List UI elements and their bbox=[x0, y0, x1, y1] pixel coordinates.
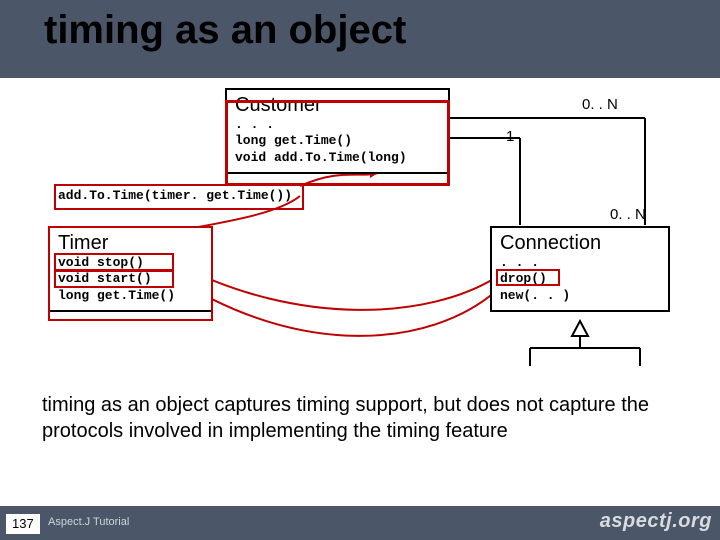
uml-diagram: Customer . . . long get.Time() void add.… bbox=[0, 78, 720, 378]
footer-band: 137 Aspect.J Tutorial aspectj.org bbox=[0, 506, 720, 540]
addtotime-call-label: add.To.Time(timer. get.Time()) bbox=[58, 188, 292, 203]
connection-method-new: new(. . ) bbox=[500, 288, 660, 304]
slide-title: timing as an object bbox=[44, 8, 406, 53]
multiplicity-one: 1 bbox=[506, 128, 514, 145]
customer-highlight-box bbox=[225, 100, 450, 186]
start-highlight bbox=[54, 270, 174, 288]
slide-body-text: timing as an object captures timing supp… bbox=[42, 392, 678, 444]
multiplicity-zero-n-right: 0. . N bbox=[610, 206, 646, 223]
stop-highlight bbox=[54, 253, 174, 271]
multiplicity-zero-n-top: 0. . N bbox=[582, 96, 618, 113]
drop-highlight bbox=[496, 269, 560, 286]
aspectj-logo: aspectj.org bbox=[600, 510, 712, 533]
title-band: timing as an object bbox=[0, 0, 720, 78]
connection-name: Connection bbox=[500, 232, 660, 255]
tutorial-label: Aspect.J Tutorial bbox=[48, 516, 129, 528]
page-number: 137 bbox=[6, 514, 40, 534]
